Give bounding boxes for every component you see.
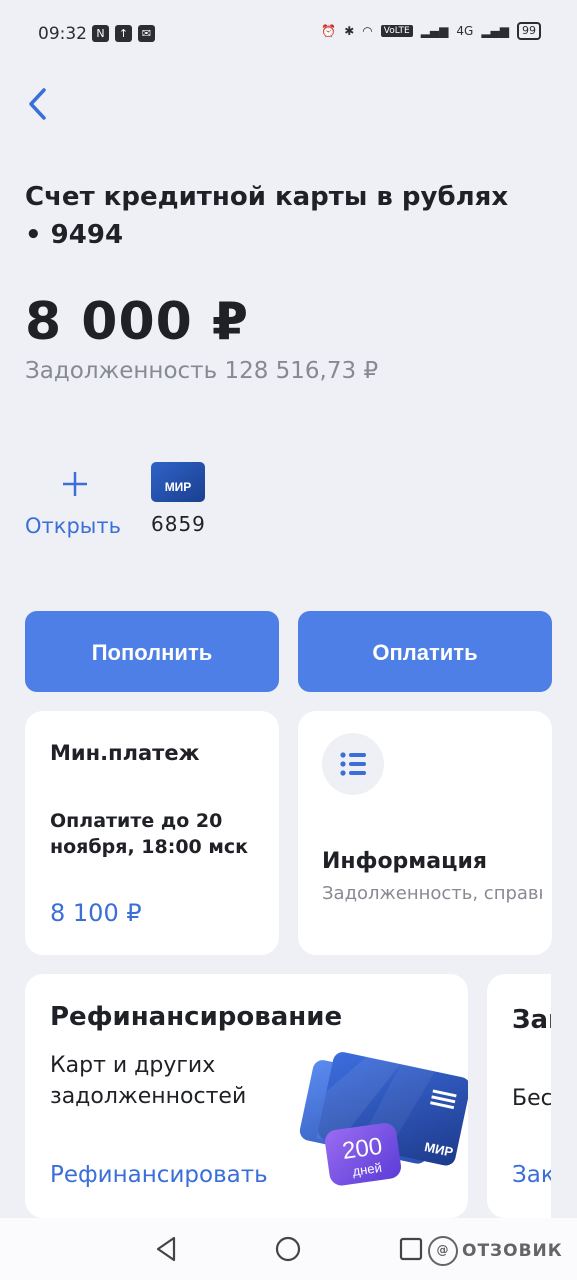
status-time: 09:32 <box>38 24 87 44</box>
list-icon <box>322 733 384 795</box>
mir-card-icon[interactable]: МИР <box>151 462 205 502</box>
signal-icon: ▂▄▆ <box>420 24 449 38</box>
min-payment-amount: 8 100 ₽ <box>50 899 142 927</box>
watermark-text: ОТЗОВИК <box>462 1241 563 1261</box>
promo-card-illustration: МИР 200 дней <box>299 1052 468 1186</box>
bluetooth-icon: ✱ <box>344 24 355 38</box>
refinance-tile[interactable]: Рефинансирование Карт и других задолженн… <box>25 974 468 1218</box>
min-payment-due: Оплатите до 20 ноября, 18:00 мск <box>50 810 249 858</box>
battery-icon: 99 <box>517 22 541 40</box>
account-title: Счет кредитной карты в рублях • 9494 <box>25 182 509 250</box>
status-bar: 09:32 N ↑ ✉ ⏰ ✱ ◠ VoLTE ▂▄▆ 4G ▂▄▆ 99 <box>0 0 577 72</box>
nav-back-icon[interactable] <box>152 1234 182 1264</box>
info-tile[interactable]: Информация Задолженность, справки, настр… <box>298 711 552 955</box>
refinance-subtitle: Карт и других задолженностей <box>50 1053 247 1109</box>
next-product-subtitle: Бес <box>512 1086 551 1111</box>
info-title: Информация <box>322 849 487 874</box>
watermark: @ ОТЗОВИК <box>428 1236 563 1266</box>
card-number[interactable]: 6859 <box>151 512 206 536</box>
alarm-icon: ⏰ <box>321 24 337 38</box>
min-payment-tile[interactable]: Мин.платеж Оплатите до 20 ноября, 18:00 … <box>25 711 279 955</box>
upload-icon: ↑ <box>115 25 132 42</box>
next-product-link[interactable]: Зак <box>512 1162 551 1188</box>
network-type-label: 4G <box>456 24 474 38</box>
refinance-title: Рефинансирование <box>50 1002 343 1032</box>
card-brand-label: МИР <box>165 480 192 494</box>
account-debt: Задолженность 128 516,73 ₽ <box>25 358 379 384</box>
volte-icon: VoLTE <box>380 25 413 37</box>
next-product-title: Зак пла <box>512 1005 551 1035</box>
chevron-left-icon <box>29 88 46 120</box>
back-button[interactable] <box>22 84 58 124</box>
refinance-link[interactable]: Рефинансировать <box>50 1162 268 1188</box>
top-up-button[interactable]: Пополнить <box>25 611 279 692</box>
watermark-logo-icon: @ <box>428 1236 458 1266</box>
min-payment-title: Мин.платеж <box>50 741 200 765</box>
nav-home-icon[interactable] <box>273 1234 303 1264</box>
pay-button[interactable]: Оплатить <box>298 611 552 692</box>
signal-icon: ▂▄▆ <box>481 24 509 38</box>
plus-icon <box>63 472 87 496</box>
wifi-icon: ◠ <box>362 24 373 38</box>
next-product-tile[interactable]: Зак пла Бес Зак <box>487 974 551 1218</box>
info-subtitle: Задолженность, справки, настрой… <box>322 883 542 904</box>
account-balance: 8 000 ₽ <box>25 292 250 352</box>
nfc-icon: N <box>92 25 109 42</box>
mail-icon: ✉ <box>138 25 155 42</box>
open-card-label: Открыть <box>25 514 121 538</box>
nav-recent-apps-icon[interactable] <box>396 1234 426 1264</box>
